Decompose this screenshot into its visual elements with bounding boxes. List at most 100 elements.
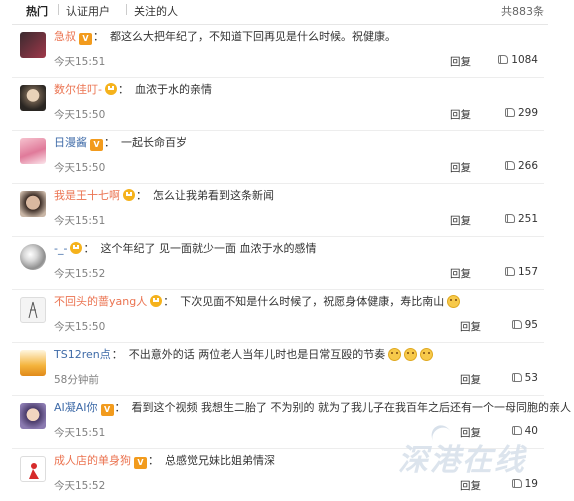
comment-timestamp: 今天15:52 xyxy=(54,268,106,280)
crown-badge-icon xyxy=(104,83,117,95)
comment-username[interactable]: 成人店的单身狗 xyxy=(54,454,131,467)
avatar[interactable] xyxy=(20,85,46,111)
reply-button[interactable]: 回复 xyxy=(450,266,471,281)
thumbs-up-icon xyxy=(511,320,522,329)
avatar[interactable] xyxy=(20,244,46,270)
comment-text: 总感觉兄妹比姐弟情深 xyxy=(165,454,275,467)
like-button[interactable]: 1084 xyxy=(498,54,538,66)
avatar[interactable] xyxy=(20,297,46,323)
thumbs-up-icon xyxy=(504,267,515,276)
like-count: 40 xyxy=(524,425,538,437)
thumbs-up-icon xyxy=(511,479,522,488)
verified-badge-icon: V xyxy=(79,33,92,45)
comment-panel: 热门 认证用户 关注的人 共883条 急叔 V：都这么大把年纪了，不知道下回再见是… xyxy=(12,0,571,495)
reply-button[interactable]: 回复 xyxy=(450,213,471,228)
like-count: 95 xyxy=(524,319,538,331)
comment-timestamp: 今天15:50 xyxy=(54,162,106,174)
comment-tabs: 热门 认证用户 关注的人 共883条 xyxy=(12,0,548,25)
comment-text: 不出意外的话 两位老人当年儿时也是日常互殴的节奏 xyxy=(128,348,386,361)
thumbs-up-icon xyxy=(504,161,515,170)
verified-badge-icon: V xyxy=(90,139,103,151)
comment-row: 日漫酱 V：一起长命百岁 今天15:50 回复 266 xyxy=(12,131,544,184)
crown-badge-icon xyxy=(123,189,135,201)
reply-button[interactable]: 回复 xyxy=(460,372,481,387)
comment-timestamp: 58分钟前 xyxy=(54,374,99,386)
red-figure-avatar-icon xyxy=(29,463,39,479)
thumbs-up-icon xyxy=(504,108,515,117)
avatar[interactable] xyxy=(20,350,46,376)
like-count: 299 xyxy=(517,107,538,119)
thumbs-up-icon xyxy=(504,214,515,223)
grin-emoji-icon xyxy=(420,348,434,361)
verified-badge-icon: V xyxy=(100,404,114,416)
comment-timestamp: 今天15:50 xyxy=(54,321,106,333)
thumbs-up-icon xyxy=(511,426,522,435)
comment-row: 急叔 V：都这么大把年纪了，不知道下回再见是什么时候。祝健康。 今天15:51 回… xyxy=(12,25,544,78)
comment-timestamp: 今天15:52 xyxy=(54,480,106,492)
comment-username[interactable]: 日漫酱 xyxy=(54,136,87,149)
avatar[interactable] xyxy=(20,456,46,482)
comment-timestamp: 今天15:51 xyxy=(54,215,106,227)
tab-hot[interactable]: 热门 xyxy=(26,3,48,19)
comment-text: 下次见面不知是什么时候了，祝愿身体健康，寿比南山 xyxy=(180,295,445,308)
comment-username[interactable]: 急叔 xyxy=(54,30,76,43)
comment-text: 都这么大把年纪了，不知道下回再见是什么时候。祝健康。 xyxy=(110,30,396,43)
comment-row: 不回头的蔷yang人：下次见面不知是什么时候了，祝愿身体健康，寿比南山 今天15… xyxy=(12,290,544,343)
comment-username[interactable]: -_- xyxy=(54,242,67,255)
like-count: 53 xyxy=(524,372,538,384)
like-count: 19 xyxy=(524,478,538,490)
like-button[interactable]: 157 xyxy=(504,266,538,278)
like-button[interactable]: 266 xyxy=(504,160,538,172)
like-count: 251 xyxy=(517,213,538,225)
thumbs-up-icon xyxy=(498,55,509,64)
crown-badge-icon xyxy=(70,242,83,254)
comment-username[interactable]: 数尔佳叮- xyxy=(54,83,102,96)
grin-emoji-icon xyxy=(404,348,418,361)
comment-username[interactable]: 不回头的蔷yang人 xyxy=(54,295,147,308)
comment-timestamp: 今天15:50 xyxy=(54,109,106,121)
avatar[interactable] xyxy=(20,32,46,58)
tab-verified-users[interactable]: 认证用户 xyxy=(66,3,110,19)
comment-text: 这个年纪了 见一面就少一面 血浓于水的感情 xyxy=(100,242,317,255)
comment-row: TS12ren点： 不出意外的话 两位老人当年儿时也是日常互殴的节奏 58分钟前 … xyxy=(12,343,544,396)
like-button[interactable]: 53 xyxy=(511,372,538,384)
comment-row: 数尔佳叮-：血浓于水的亲情 今天15:50 回复 299 xyxy=(12,78,544,131)
comment-timestamp: 今天15:51 xyxy=(54,56,106,68)
like-button[interactable]: 19 xyxy=(511,478,538,490)
grin-emoji-icon xyxy=(388,348,402,361)
comment-total-count: 共883条 xyxy=(501,5,544,18)
like-count: 1084 xyxy=(511,54,538,66)
comment-text: 怎么让我弟看到这条新闻 xyxy=(153,189,274,202)
comment-row: 我是王十七啊：怎么让我弟看到这条新闻 今天15:51 回复 251 xyxy=(12,184,544,237)
avatar[interactable] xyxy=(20,138,46,164)
verified-badge-icon: V xyxy=(134,457,147,469)
crown-badge-icon xyxy=(150,295,163,307)
like-count: 266 xyxy=(517,160,538,172)
tab-following[interactable]: 关注的人 xyxy=(134,3,178,19)
grin-emoji-icon xyxy=(447,295,461,308)
comment-username[interactable]: 我是王十七啊 xyxy=(54,189,120,202)
comment-row: -_-：这个年纪了 见一面就少一面 血浓于水的感情 今天15:52 回复 157 xyxy=(12,237,544,290)
reply-button[interactable]: 回复 xyxy=(450,107,471,122)
reply-button[interactable]: 回复 xyxy=(460,319,481,334)
watermark: 深港在线 xyxy=(398,443,526,478)
reply-button[interactable]: 回复 xyxy=(450,54,471,69)
thumbs-up-icon xyxy=(511,373,522,382)
comment-username[interactable]: TS12ren点 xyxy=(54,348,111,361)
tab-divider xyxy=(126,4,127,15)
avatar[interactable] xyxy=(20,191,46,217)
comment-text: 看到这个视频 我想生二胎了 不为别的 就为了我儿子在我百年之后还有一个一母同胞的… xyxy=(131,401,572,414)
avatar[interactable] xyxy=(20,403,46,429)
like-button[interactable]: 251 xyxy=(504,213,538,225)
like-count: 157 xyxy=(517,266,538,278)
comment-timestamp: 今天15:51 xyxy=(54,427,106,439)
reply-button[interactable]: 回复 xyxy=(450,160,471,175)
comment-text: 一起长命百岁 xyxy=(121,136,187,149)
reply-button[interactable]: 回复 xyxy=(460,478,481,493)
comment-username[interactable]: AI凝AI你 xyxy=(54,401,98,414)
sketch-avatar-icon xyxy=(28,301,38,319)
like-button[interactable]: 299 xyxy=(504,107,538,119)
tab-divider xyxy=(58,4,59,15)
comment-text: 血浓于水的亲情 xyxy=(134,83,212,96)
like-button[interactable]: 95 xyxy=(511,319,538,331)
